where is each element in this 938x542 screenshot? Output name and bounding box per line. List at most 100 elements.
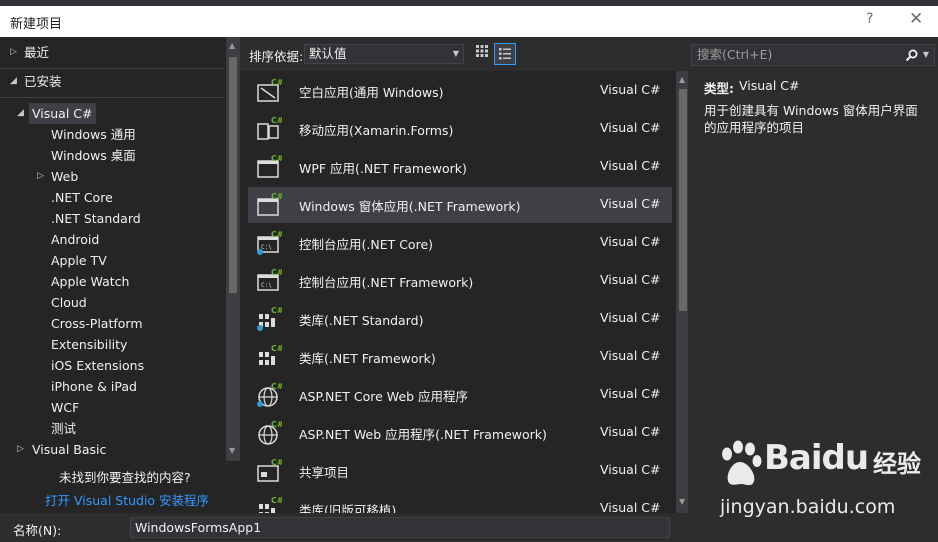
project-name-field[interactable]: WindowsFormsApp1	[130, 517, 670, 538]
watermark-url: jingyan.baidu.com	[720, 496, 896, 518]
watermark-brand-cn: 经验	[873, 450, 921, 478]
shared-project-icon: C#	[256, 458, 284, 484]
svg-text:C#: C#	[271, 268, 282, 277]
template-language: Visual C#	[600, 386, 661, 401]
template-language: Visual C#	[600, 120, 661, 135]
svg-text:C#: C#	[271, 154, 282, 163]
open-installer-link[interactable]: 打开 Visual Studio 安装程序	[45, 490, 209, 509]
template-language: Visual C#	[600, 310, 661, 325]
tree-item-windows-通用[interactable]: Windows 通用	[0, 124, 226, 145]
help-button[interactable]: ?	[866, 11, 873, 27]
tree-item-extensibility[interactable]: Extensibility	[0, 334, 226, 355]
paw-logo-icon	[722, 440, 762, 486]
tree-item-web[interactable]: ▷ Web	[0, 166, 226, 187]
winforms-app-icon: C#	[256, 192, 284, 218]
close-button[interactable]: ✕	[909, 9, 923, 29]
template-row[interactable]: C# WPF 应用(.NET Framework) Visual C#	[248, 149, 672, 185]
template-row[interactable]: C# 共享项目 Visual C#	[248, 453, 672, 489]
svg-text:C#: C#	[271, 116, 282, 125]
scroll-up-icon[interactable]: ▲	[229, 41, 235, 50]
tree-item-wcf[interactable]: WCF	[0, 397, 226, 418]
tree-item-apple-watch[interactable]: Apple Watch	[0, 271, 226, 292]
expand-arrow-icon[interactable]: ▷	[37, 166, 44, 187]
tree-scrollbar[interactable]: ▲ ▼	[226, 37, 240, 461]
template-name: 控制台应用(.NET Framework)	[299, 275, 474, 290]
template-row[interactable]: C# ASP.NET Core Web 应用程序 Visual C#	[248, 377, 672, 413]
template-language: Visual C#	[600, 500, 661, 513]
expand-arrow-icon[interactable]: ▷	[10, 42, 17, 63]
svg-text:C#: C#	[271, 420, 282, 429]
template-row[interactable]: C# 空白应用(通用 Windows) Visual C#	[248, 73, 672, 109]
collapse-arrow-icon[interactable]: ◢	[17, 103, 24, 124]
dialog-title: 新建项目	[10, 17, 63, 32]
template-name: 控制台应用(.NET Core)	[299, 237, 434, 252]
scroll-thumb[interactable]	[229, 57, 237, 293]
template-scrollbar[interactable]: ▲ ▼	[676, 71, 688, 513]
template-language: Visual C#	[600, 196, 661, 211]
watermark-brand: Baidu	[764, 438, 869, 478]
chevron-down-icon[interactable]: ▼	[923, 45, 929, 65]
tree-divider	[0, 68, 224, 69]
tree-item-测试[interactable]: 测试	[0, 418, 226, 439]
scroll-down-icon[interactable]: ▼	[229, 446, 235, 455]
template-language: Visual C#	[600, 272, 661, 287]
template-row[interactable]: C# ASP.NET Web 应用程序(.NET Framework) Visual…	[248, 415, 672, 451]
template-name: 共享项目	[299, 465, 350, 480]
tree-item-visual-csharp[interactable]: ◢ Visual C#	[0, 103, 226, 124]
template-language: Visual C#	[600, 348, 661, 363]
template-language: Visual C#	[600, 158, 661, 173]
svg-text:C#: C#	[271, 306, 282, 315]
template-language: Visual C#	[600, 462, 661, 477]
wpf-app-icon: C#	[256, 154, 284, 180]
list-view-icon[interactable]	[494, 43, 516, 65]
svg-text:C#: C#	[271, 192, 282, 201]
template-name: 移动应用(Xamarin.Forms)	[299, 123, 454, 138]
template-row[interactable]: C# 类库(.NET Framework) Visual C#	[248, 339, 672, 375]
scroll-down-icon[interactable]: ▼	[679, 497, 685, 506]
search-icon[interactable]	[905, 45, 918, 69]
tree-item-recent[interactable]: ▷ 最近	[0, 42, 226, 63]
grid-view-icon[interactable]	[472, 44, 492, 64]
aspnet-core-icon: C#	[256, 382, 284, 408]
expand-arrow-icon[interactable]: ▷	[17, 439, 24, 460]
template-row[interactable]: C# 类库(旧版可移植) Visual C#	[248, 491, 672, 513]
sort-value: 默认值	[309, 46, 347, 61]
class-library-framework-icon: C#	[256, 344, 284, 370]
aspnet-web-icon: C#	[256, 420, 284, 446]
name-label: 名称(N):	[13, 523, 62, 538]
sort-dropdown[interactable]: 默认值 ▼	[304, 44, 464, 64]
tree-item-cloud[interactable]: Cloud	[0, 292, 226, 313]
template-tree: ▷ 最近 ◢ 已安装 ◢ Visual C# Windows 通用 Windows…	[0, 37, 240, 513]
tree-item-android[interactable]: Android	[0, 229, 226, 250]
tree-item-ios-extensions[interactable]: iOS Extensions	[0, 355, 226, 376]
template-language: Visual C#	[600, 234, 661, 249]
class-library-standard-icon: C#	[256, 306, 284, 332]
tree-item-cross-platform[interactable]: Cross-Platform	[0, 313, 226, 334]
tree-item-net-standard[interactable]: .NET Standard	[0, 208, 226, 229]
tree-item-apple-tv[interactable]: Apple TV	[0, 250, 226, 271]
template-row[interactable]: C# Windows 窗体应用(.NET Framework) Visual C#	[248, 187, 672, 223]
template-row[interactable]: C# 移动应用(Xamarin.Forms) Visual C#	[248, 111, 672, 147]
tree-item-iphone-ipad[interactable]: iPhone & iPad	[0, 376, 226, 397]
template-name: 类库(.NET Standard)	[299, 313, 424, 328]
tree-item-net-core[interactable]: .NET Core	[0, 187, 226, 208]
svg-text:C#: C#	[271, 496, 282, 505]
template-name: Windows 窗体应用(.NET Framework)	[299, 199, 521, 214]
tree-item-visual-basic[interactable]: ▷ Visual Basic	[0, 439, 226, 460]
collapse-arrow-icon[interactable]: ◢	[10, 71, 17, 92]
template-name: WPF 应用(.NET Framework)	[299, 161, 467, 176]
template-row[interactable]: C# 类库(.NET Standard) Visual C#	[248, 301, 672, 337]
not-found-text: 未找到你要查找的内容?	[59, 470, 191, 485]
template-row[interactable]: C:\ C# 控制台应用(.NET Core) Visual C#	[248, 225, 672, 261]
template-list: C# 空白应用(通用 Windows) Visual C# C# 移动应用(Xamari…	[240, 71, 688, 513]
scroll-up-icon[interactable]: ▲	[679, 75, 685, 84]
tree-item-installed[interactable]: ◢ 已安装	[0, 71, 226, 92]
template-name: ASP.NET Core Web 应用程序	[299, 389, 469, 404]
scroll-thumb[interactable]	[679, 89, 687, 311]
template-language: Visual C#	[600, 424, 661, 439]
sort-toolbar: 排序依据: 默认值 ▼	[240, 37, 688, 71]
template-row[interactable]: C:\ C# 控制台应用(.NET Framework) Visual C#	[248, 263, 672, 299]
search-placeholder: 搜索(Ctrl+E)	[697, 47, 773, 62]
search-input[interactable]: 搜索(Ctrl+E) ▼	[691, 44, 935, 66]
tree-item-windows-桌面[interactable]: Windows 桌面	[0, 145, 226, 166]
